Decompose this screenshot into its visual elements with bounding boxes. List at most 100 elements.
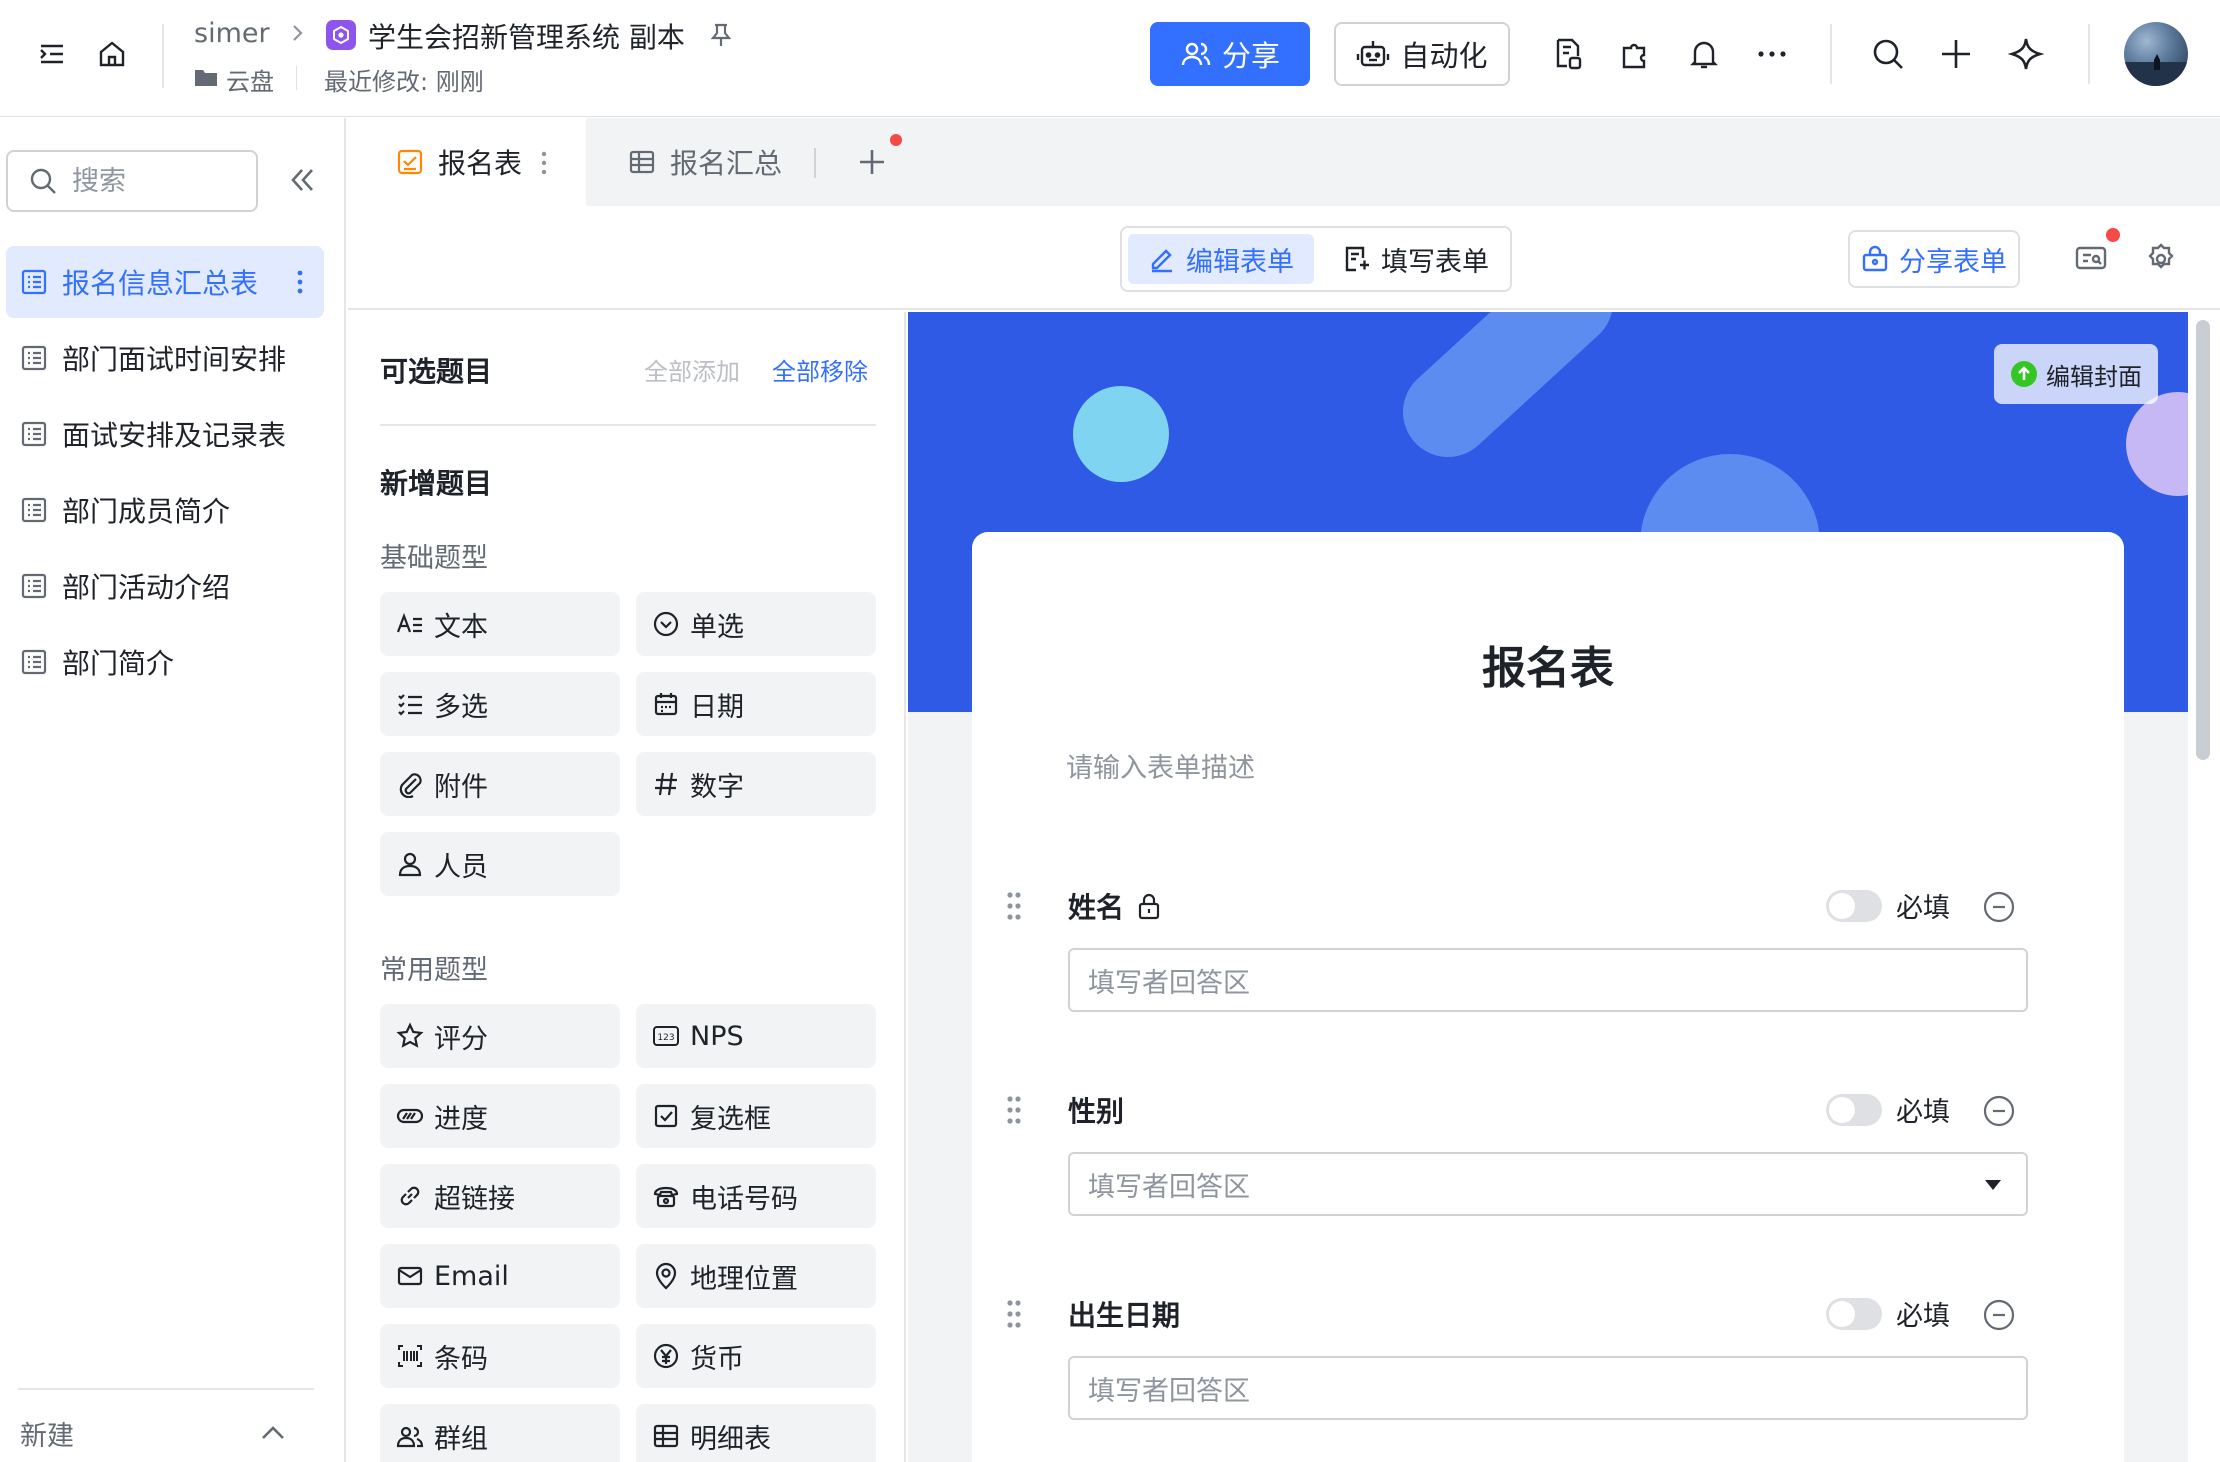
answer-field[interactable]: 填写者回答区 bbox=[1068, 1356, 2028, 1420]
svg-text:123: 123 bbox=[657, 1033, 674, 1043]
tab-signup-form[interactable]: 报名表 bbox=[348, 118, 586, 206]
home-icon[interactable] bbox=[88, 30, 136, 78]
form-card: 报名表 请输入表单描述 姓名 必填 填写者回答区 性别 必填 填写者回答区 出生… bbox=[972, 532, 2124, 1462]
breadcrumb-owner[interactable]: simer bbox=[194, 18, 270, 49]
search-input[interactable] bbox=[72, 165, 222, 197]
field-label-text: 性别 bbox=[1068, 1095, 1125, 1128]
answer-select[interactable]: 填写者回答区 bbox=[1068, 1152, 2028, 1216]
docs-icon[interactable] bbox=[1544, 30, 1592, 78]
question-type-person[interactable]: 人员 bbox=[380, 832, 620, 896]
question-type-label: 电话号码 bbox=[690, 1183, 798, 1215]
mode-switch: 编辑表单 填写表单 bbox=[1120, 226, 1512, 292]
breadcrumb-location[interactable]: 云盘 bbox=[226, 62, 274, 97]
answer-field[interactable]: 填写者回答区 bbox=[1068, 948, 2028, 1012]
share-lock-icon bbox=[1862, 245, 1888, 272]
share-button[interactable]: 分享 bbox=[1150, 22, 1310, 86]
question-type-attachment[interactable]: 附件 bbox=[380, 752, 620, 816]
automation-button[interactable]: 自动化 bbox=[1334, 22, 1510, 86]
question-type-link[interactable]: 超链接 bbox=[380, 1164, 620, 1228]
question-type-multi-select[interactable]: 多选 bbox=[380, 672, 620, 736]
form-description-input[interactable]: 请输入表单描述 bbox=[1066, 746, 1255, 785]
form-canvas: 编辑封面 报名表 请输入表单描述 姓名 必填 填写者回答区 性别 必填 填写者回… bbox=[908, 312, 2188, 1462]
edit-form-button[interactable]: 编辑表单 bbox=[1128, 234, 1314, 284]
link-icon bbox=[396, 1182, 424, 1210]
comment-icon[interactable] bbox=[2074, 242, 2108, 276]
edit-cover-button[interactable]: 编辑封面 bbox=[1994, 344, 2158, 404]
drag-handle-icon[interactable] bbox=[1004, 890, 1024, 922]
sidebar-item-label: 部门简介 bbox=[62, 647, 175, 680]
expand-sidebar-icon[interactable] bbox=[28, 30, 76, 78]
sidebar-item-interview-schedule[interactable]: 部门面试时间安排 bbox=[6, 322, 324, 394]
required-toggle[interactable] bbox=[1826, 890, 1882, 922]
sidebar-item-member-intro[interactable]: 部门成员简介 bbox=[6, 474, 324, 546]
question-type-date[interactable]: 日期 bbox=[636, 672, 876, 736]
sidebar-search[interactable] bbox=[6, 150, 258, 212]
form-toolbar: 编辑表单 填写表单 分享表单 bbox=[348, 206, 2220, 310]
question-type-detail-table[interactable]: 明细表 bbox=[636, 1404, 876, 1462]
tab-signup-summary[interactable]: 报名汇总 bbox=[628, 118, 782, 206]
remove-all-link[interactable]: 全部移除 bbox=[772, 352, 868, 387]
search-icon[interactable] bbox=[1864, 30, 1912, 78]
sidebar-item-activity-intro[interactable]: 部门活动介绍 bbox=[6, 550, 324, 622]
remove-field-icon[interactable] bbox=[1982, 890, 2016, 924]
question-type-label: 明细表 bbox=[690, 1423, 771, 1455]
doc-title[interactable]: 学生会招新管理系统 副本 bbox=[368, 16, 685, 56]
progress-icon bbox=[396, 1102, 424, 1130]
question-type-label: 条码 bbox=[434, 1343, 488, 1375]
tab-bar: 报名表 报名汇总 bbox=[348, 118, 2220, 206]
nps-icon: 123 bbox=[652, 1022, 680, 1050]
form-title[interactable]: 报名表 bbox=[972, 632, 2124, 696]
sidebar-item-signup-summary[interactable]: 报名信息汇总表 bbox=[6, 246, 324, 318]
sidebar-item-interview-records[interactable]: 面试安排及记录表 bbox=[6, 398, 324, 470]
notification-dot bbox=[2106, 228, 2120, 242]
question-type-email[interactable]: Email bbox=[380, 1244, 620, 1308]
more-vertical-icon[interactable] bbox=[540, 150, 548, 176]
more-icon[interactable] bbox=[1748, 30, 1796, 78]
upload-icon bbox=[2011, 361, 2037, 387]
bell-icon[interactable] bbox=[1680, 30, 1728, 78]
new-item-button[interactable]: 新建 bbox=[20, 1414, 74, 1453]
question-type-phone[interactable]: 电话号码 bbox=[636, 1164, 876, 1228]
field-label[interactable]: 姓名 bbox=[1068, 886, 1162, 926]
add-all-link[interactable]: 全部添加 bbox=[644, 352, 740, 387]
question-type-label: 进度 bbox=[434, 1103, 488, 1135]
sidebar-item-department-intro[interactable]: 部门简介 bbox=[6, 626, 324, 698]
drag-handle-icon[interactable] bbox=[1004, 1094, 1024, 1126]
question-type-currency[interactable]: 货币 bbox=[636, 1324, 876, 1388]
drag-handle-icon[interactable] bbox=[1004, 1298, 1024, 1330]
folder-icon bbox=[194, 66, 218, 88]
ai-sparkle-icon[interactable] bbox=[2002, 30, 2050, 78]
required-toggle[interactable] bbox=[1826, 1094, 1882, 1126]
sidebar-item-label: 部门活动介绍 bbox=[62, 571, 231, 604]
question-type-nps[interactable]: 123 NPS bbox=[636, 1004, 876, 1068]
question-type-progress[interactable]: 进度 bbox=[380, 1084, 620, 1148]
add-tab-icon[interactable] bbox=[854, 144, 890, 180]
chevron-right-icon bbox=[286, 22, 308, 44]
remove-field-icon[interactable] bbox=[1982, 1094, 2016, 1128]
question-type-barcode[interactable]: 条码 bbox=[380, 1324, 620, 1388]
question-type-group[interactable]: 群组 bbox=[380, 1404, 620, 1462]
field-label[interactable]: 性别 bbox=[1068, 1090, 1124, 1130]
question-type-checkbox[interactable]: 复选框 bbox=[636, 1084, 876, 1148]
question-type-number[interactable]: 数字 bbox=[636, 752, 876, 816]
required-toggle[interactable] bbox=[1826, 1298, 1882, 1330]
question-type-single-select[interactable]: 单选 bbox=[636, 592, 876, 656]
scrollbar-thumb[interactable] bbox=[2196, 320, 2210, 760]
share-form-button[interactable]: 分享表单 bbox=[1848, 230, 2020, 288]
avatar[interactable] bbox=[2124, 22, 2188, 86]
field-label[interactable]: 出生日期 bbox=[1068, 1294, 1180, 1334]
more-vertical-icon[interactable] bbox=[296, 268, 304, 296]
question-type-location[interactable]: 地理位置 bbox=[636, 1244, 876, 1308]
plus-icon[interactable] bbox=[1932, 30, 1980, 78]
question-type-text[interactable]: 文本 bbox=[380, 592, 620, 656]
chevron-up-icon[interactable] bbox=[258, 1418, 288, 1448]
question-type-rating[interactable]: 评分 bbox=[380, 1004, 620, 1068]
person-icon bbox=[396, 850, 424, 878]
collapse-sidebar-icon[interactable] bbox=[284, 162, 320, 198]
plugin-icon[interactable] bbox=[1612, 30, 1660, 78]
remove-field-icon[interactable] bbox=[1982, 1298, 2016, 1332]
form-icon bbox=[397, 149, 423, 175]
pin-icon[interactable] bbox=[706, 20, 736, 50]
fill-form-button[interactable]: 填写表单 bbox=[1328, 234, 1504, 284]
gear-icon[interactable] bbox=[2144, 242, 2178, 276]
